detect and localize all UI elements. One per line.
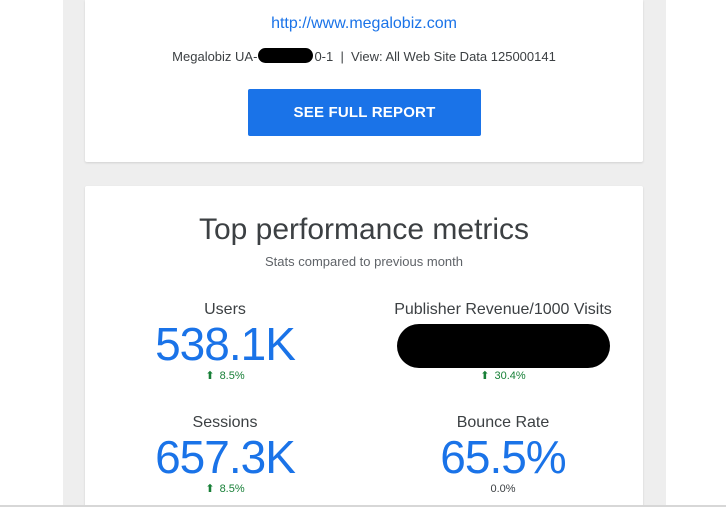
redacted-account-id [258,48,314,63]
metric-change-value: 8.5% [219,483,245,495]
metric-change-value: 8.5% [219,370,245,382]
metric-value: 657.3K [155,431,296,483]
see-full-report-button[interactable]: SEE FULL REPORT [248,89,481,136]
metric-change-value: 30.4% [494,370,526,382]
performance-metrics-card: Top performance metrics Stats compared t… [85,186,643,507]
metric-change-value: 0.0% [490,483,516,495]
metric-value: 65.5% [440,431,566,483]
redacted-metric-value [396,324,610,368]
metric-label: Bounce Rate [456,414,550,431]
account-prefix: Megalobiz UA- [172,49,258,64]
metrics-subtitle: Stats compared to previous month [265,254,463,269]
metric-sessions: Sessions 657.3K ⬆ 8.5% [105,413,345,496]
metric-publisher-revenue: Publisher Revenue/1000 Visits ⬆ 30.4% [383,300,623,383]
report-header-card: http://www.megalobiz.com Megalobiz UA- 0-… [85,0,643,162]
metrics-title: Top performance metrics [198,213,530,246]
arrow-up-icon: ⬆ [480,370,490,382]
metric-label: Sessions [192,414,258,431]
metric-value-container [383,320,623,368]
metric-users: Users 538.1K ⬆ 8.5% [105,300,345,383]
metric-value: 538.1K [155,318,296,370]
site-url-link[interactable]: http://www.megalobiz.com [85,15,643,33]
arrow-up-icon: ⬆ [205,483,215,495]
account-info: Megalobiz UA- 0-1 | View: All Web Site Da… [85,48,643,64]
metric-change: ⬆ 30.4% [383,369,623,383]
metric-change: ⬆ 8.5% [105,482,345,496]
arrow-up-icon: ⬆ [205,370,215,382]
account-suffix: 0-1 | View: All Web Site Data 125000141 [314,49,556,64]
metric-change: 0.0% [383,482,623,496]
metric-label: Users [204,301,246,318]
metric-bounce-rate: Bounce Rate 65.5% 0.0% [383,413,623,496]
metric-change: ⬆ 8.5% [105,369,345,383]
metric-label: Publisher Revenue/1000 Visits [394,301,612,318]
